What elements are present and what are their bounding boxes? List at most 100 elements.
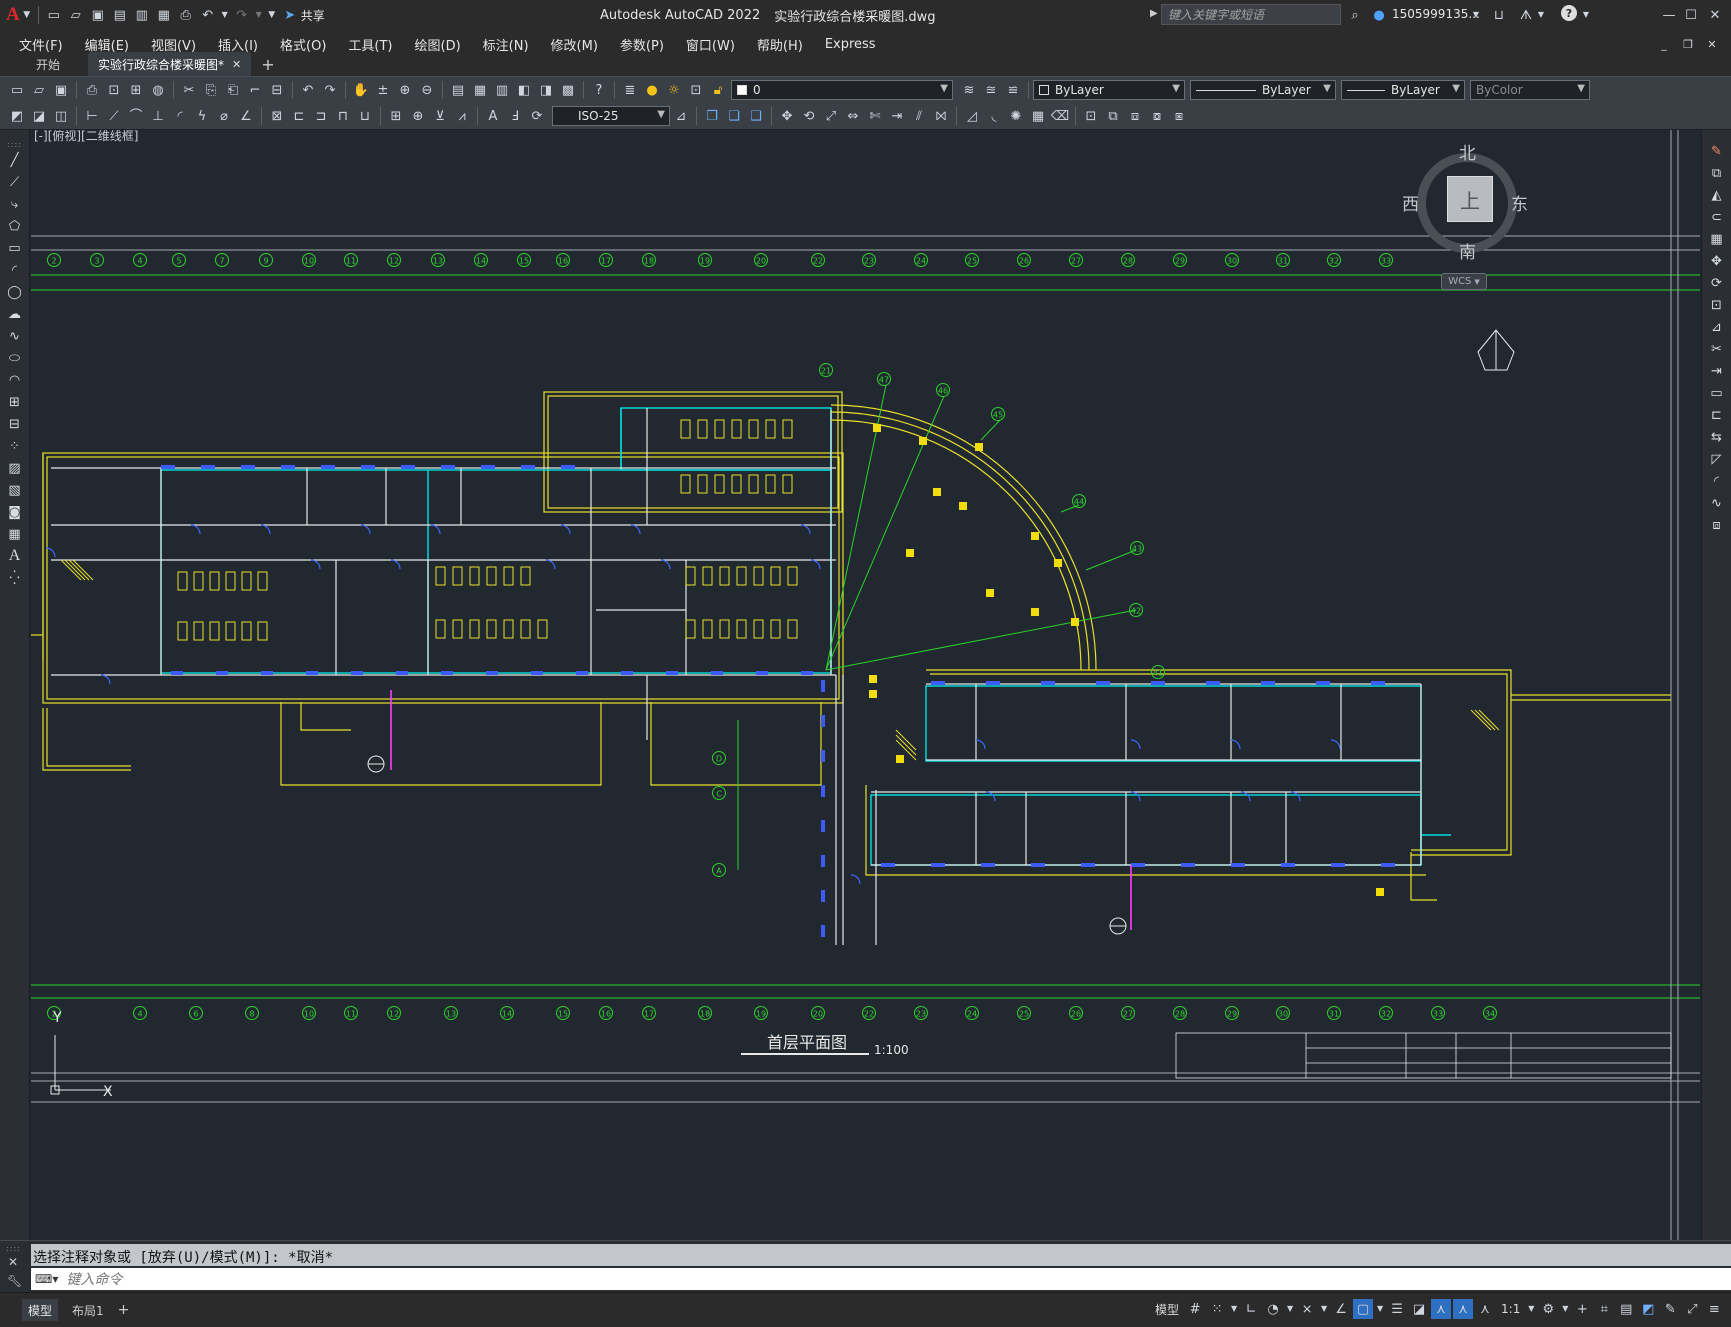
save-to-web-icon[interactable]: ▦ — [154, 5, 174, 25]
redo-icon[interactable]: ↷ — [232, 5, 252, 25]
make-current-layer-icon[interactable]: ≋ — [959, 80, 979, 100]
tolerance-icon[interactable]: ⊞ — [386, 106, 406, 126]
publish-icon[interactable]: ⊞ — [126, 80, 146, 100]
tab-model[interactable]: 模型 — [22, 1299, 59, 1321]
scale-dropdown-icon[interactable]: ▼ — [1526, 1299, 1536, 1319]
move-modify-icon[interactable]: ✥ — [1706, 251, 1728, 271]
doc-close-icon[interactable]: ✕ — [1702, 34, 1722, 54]
app-menu-chevron-icon[interactable]: ▼ — [21, 5, 33, 25]
snap-icon[interactable]: ⁙ — [1207, 1299, 1227, 1319]
circle-icon[interactable]: ◯ — [4, 282, 26, 302]
color-select[interactable]: ByLayer ▼ — [1033, 80, 1185, 100]
doc-minimize-icon[interactable]: _ — [1654, 34, 1674, 54]
save-icon[interactable]: ▣ — [88, 5, 108, 25]
command-close-icon[interactable]: ✕ — [8, 1255, 18, 1269]
plotstyle-select[interactable]: ByColor ▼ — [1470, 80, 1590, 100]
make-block-icon[interactable]: ⧉ — [1103, 106, 1123, 126]
dim-break-icon[interactable]: ⊔ — [355, 106, 375, 126]
inspect-icon[interactable]: ⊻ — [430, 106, 450, 126]
transparency-icon[interactable]: ◪ — [1409, 1299, 1429, 1319]
scale-icon[interactable]: ⤢ — [821, 106, 841, 126]
workspace-icon[interactable]: ◩ — [7, 106, 27, 126]
xref-icon[interactable]: ⧇ — [1147, 106, 1167, 126]
layer-properties-icon[interactable]: ≣ — [620, 80, 640, 100]
compass-south[interactable]: 南 — [1459, 238, 1476, 263]
tab-close-icon[interactable]: ✕ — [232, 58, 241, 71]
add-annotation-icon[interactable]: + — [1572, 1299, 1592, 1319]
quick-properties-icon[interactable]: ▤ — [1616, 1299, 1636, 1319]
angular-dim-icon[interactable]: ∠ — [236, 106, 256, 126]
user-name[interactable]: 1505999135... — [1392, 7, 1480, 21]
app-dropdown-icon[interactable]: ▼ — [1536, 5, 1546, 25]
autocad-logo-icon[interactable]: A — [6, 4, 20, 26]
command-customize-icon[interactable]: 🔧︎ — [7, 1274, 22, 1288]
fillet-modify-icon[interactable]: ◜ — [1706, 471, 1728, 491]
arc-length-icon[interactable]: ⌒ — [126, 106, 146, 126]
layer-thaw-icon[interactable]: ☼ — [664, 80, 684, 100]
snap-dropdown-icon[interactable]: ▼ — [1229, 1299, 1239, 1319]
dim-space-icon[interactable]: ⊓ — [333, 106, 353, 126]
copy-object-icon[interactable]: ❐ — [702, 106, 722, 126]
lineweight-icon[interactable]: ☰ — [1387, 1299, 1407, 1319]
layer-state-icon[interactable]: ≌ — [1003, 80, 1023, 100]
extend-icon[interactable]: ⇥ — [887, 106, 907, 126]
linetype-select[interactable]: ByLayer ▼ — [1190, 80, 1336, 100]
wcs-menu[interactable]: WCS ▼ — [1441, 273, 1487, 290]
match-properties-icon[interactable]: ⌐ — [245, 80, 265, 100]
help-toolbar-icon[interactable]: ? — [589, 80, 609, 100]
customize-status-icon[interactable]: ≡ — [1704, 1299, 1724, 1319]
rectangle-icon[interactable]: ▭ — [4, 238, 26, 258]
make-block-draw-icon[interactable]: ⊟ — [4, 414, 26, 434]
search-icon[interactable]: ⌕ — [1345, 5, 1365, 25]
insert-block-draw-icon[interactable]: ⊞ — [4, 392, 26, 412]
command-grip[interactable]: :::: — [6, 1244, 21, 1253]
jogged-linear-icon[interactable]: ⩘ — [452, 106, 472, 126]
annotation-scale-value[interactable]: 1:1 — [1501, 1302, 1520, 1316]
arc-icon[interactable]: ◜ — [4, 260, 26, 280]
layer-select[interactable]: 0 ▼ — [731, 80, 953, 100]
auto-scale-icon[interactable]: ⋏ — [1453, 1299, 1474, 1319]
stretch-icon[interactable]: ⇔ — [843, 106, 863, 126]
close-icon[interactable]: ✕ — [1705, 5, 1725, 25]
lineweight-select[interactable]: ByLayer ▼ — [1341, 80, 1465, 100]
fillet-icon[interactable]: ◟ — [984, 106, 1004, 126]
properties-icon[interactable]: ▤ — [448, 80, 468, 100]
tab-active-drawing[interactable]: 实验行政综合楼采暖图* ✕ — [88, 52, 252, 76]
join-icon[interactable]: ⨝ — [931, 106, 951, 126]
tab-add-layout[interactable]: + — [118, 1302, 130, 1318]
layer-on-icon[interactable]: ● — [642, 80, 662, 100]
compass-east[interactable]: 东 — [1511, 190, 1528, 215]
help-dropdown-icon[interactable]: ▼ — [1581, 5, 1591, 25]
minimize-icon[interactable]: — — [1659, 5, 1679, 25]
offset-modify-icon[interactable]: ⊂ — [1706, 207, 1728, 227]
aligned-dim-icon[interactable]: ⟋ — [104, 106, 124, 126]
mirror-modify-icon[interactable]: ◭ — [1706, 185, 1728, 205]
dim-text-edit-icon[interactable]: Ⅎ — [505, 106, 525, 126]
new-file-icon[interactable]: ▭ — [44, 5, 64, 25]
osnap-track-icon[interactable]: ⨯ — [1297, 1299, 1317, 1319]
jogged-dim-icon[interactable]: ϟ — [192, 106, 212, 126]
search-input[interactable]: 键入关键字或短语 — [1161, 4, 1341, 25]
zoom-previous-icon[interactable]: ⊖ — [417, 80, 437, 100]
rotate-modify-icon[interactable]: ⟳ — [1706, 273, 1728, 293]
qnew-icon[interactable]: ▭ — [7, 80, 27, 100]
compass-north[interactable]: 北 — [1459, 139, 1476, 164]
array-icon[interactable]: ▦ — [1028, 106, 1048, 126]
user-icon[interactable]: ● — [1369, 5, 1389, 25]
layer-lock-icon[interactable]: 🔓︎ — [708, 80, 728, 100]
trim-modify-icon[interactable]: ✂ — [1706, 339, 1728, 359]
chamfer-modify-icon[interactable]: ◸ — [1706, 449, 1728, 469]
point-icon[interactable]: ⁘ — [4, 436, 26, 456]
pan-icon[interactable]: ✋ — [351, 80, 371, 100]
ellipse-arc-icon[interactable]: ◠ — [4, 370, 26, 390]
paste-icon[interactable]: ⎗ — [223, 80, 243, 100]
layer-previous-icon[interactable]: ≊ — [981, 80, 1001, 100]
break-modify-icon[interactable]: ⊏ — [1706, 405, 1728, 425]
osnap-icon[interactable]: ▢ — [1353, 1299, 1374, 1319]
customize-qat-icon[interactable]: ▼ — [266, 5, 278, 25]
block-editor-icon[interactable]: ⊟ — [267, 80, 287, 100]
sheet-set-icon[interactable]: ◧ — [514, 80, 534, 100]
palette-grip[interactable]: :::: — [7, 140, 22, 149]
3d-dwf-icon[interactable]: ◍ — [148, 80, 168, 100]
workspace-dropdown-icon[interactable]: ▼ — [1560, 1299, 1570, 1319]
